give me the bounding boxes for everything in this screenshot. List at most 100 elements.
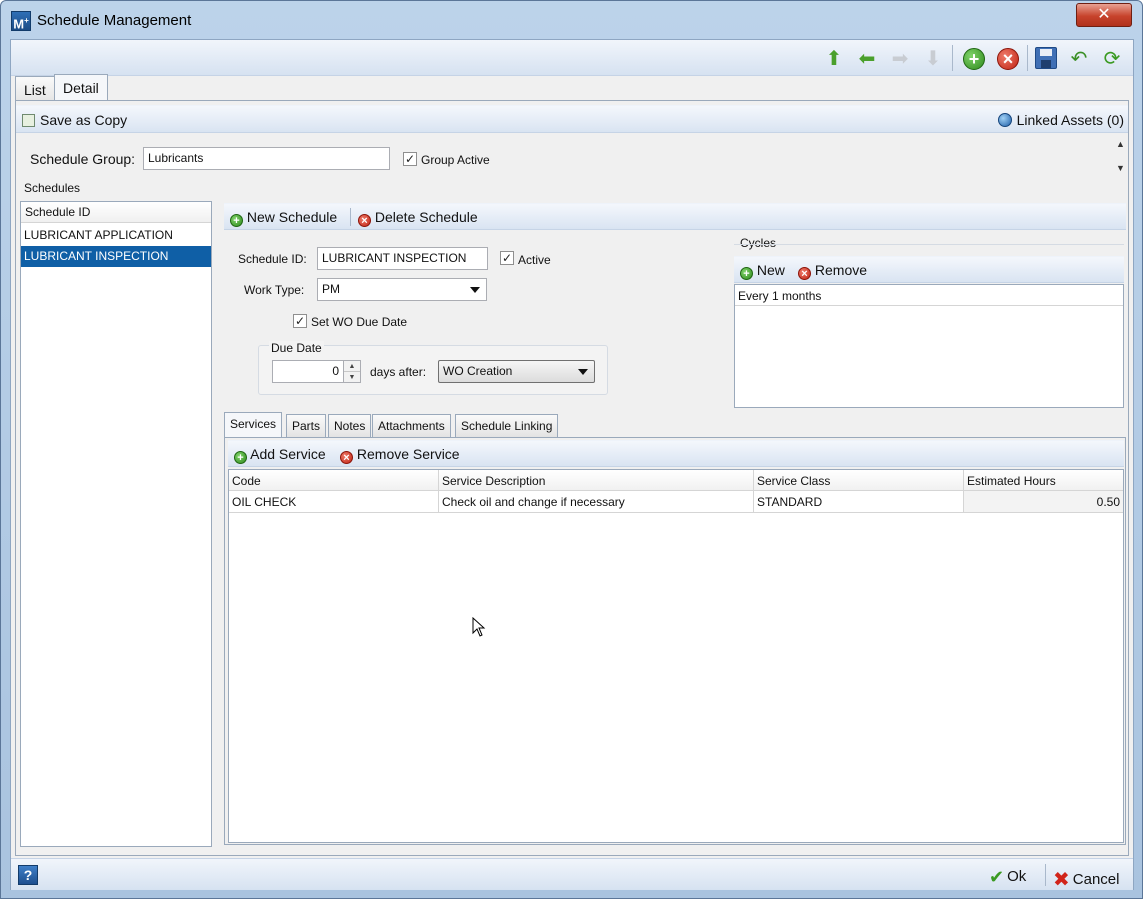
- save-as-copy-button[interactable]: Save as Copy: [22, 112, 127, 128]
- new-cycle-label: New: [756, 262, 785, 278]
- tab-attachments[interactable]: Attachments: [372, 414, 451, 437]
- schedule-id-label: Schedule ID:: [238, 252, 307, 266]
- tab-detail[interactable]: Detail: [54, 74, 108, 100]
- ok-label: Ok: [1007, 868, 1027, 885]
- set-wo-due-date-checkbox[interactable]: ✓: [293, 314, 307, 328]
- plus-circle-icon: +: [740, 267, 753, 280]
- detail-action-bar: Save as Copy Linked Assets (0): [16, 105, 1128, 133]
- days-after-select[interactable]: WO Creation: [438, 360, 595, 383]
- scroll-up-icon[interactable]: ▲: [1116, 139, 1125, 149]
- table-cell-description[interactable]: Check oil and change if necessary: [439, 491, 754, 513]
- footer-separator: [1045, 864, 1046, 886]
- tab-services[interactable]: Services: [224, 412, 283, 437]
- cancel-button[interactable]: ✖ Cancel: [1053, 867, 1119, 892]
- detail-panel: Save as Copy Linked Assets (0) Schedule …: [15, 100, 1129, 856]
- close-window-button[interactable]: ✕: [1076, 3, 1132, 27]
- days-after-value: WO Creation: [443, 364, 513, 378]
- save-disk-icon[interactable]: [1035, 47, 1057, 69]
- remove-cycle-label: Remove: [814, 262, 868, 278]
- add-record-button[interactable]: +: [961, 46, 987, 72]
- schedules-list: Schedule ID LUBRICANT APPLICATION LUBRIC…: [20, 201, 212, 847]
- delete-schedule-button[interactable]: × Delete Schedule: [358, 209, 478, 227]
- list-item[interactable]: Every 1 months: [735, 285, 1123, 306]
- move-up-icon[interactable]: ⬆: [821, 46, 847, 72]
- delete-record-button[interactable]: ×: [995, 46, 1021, 72]
- plus-circle-icon: +: [963, 48, 985, 70]
- check-icon: ✔: [989, 867, 1005, 887]
- x-circle-icon: ×: [997, 48, 1019, 70]
- title-bar: M+ Schedule Management ✕: [1, 1, 1142, 39]
- remove-cycle-button[interactable]: × Remove: [798, 262, 867, 280]
- scroll-down-icon[interactable]: ▼: [1116, 163, 1125, 173]
- globe-icon: [997, 113, 1012, 127]
- chevron-down-icon: [578, 369, 588, 375]
- chevron-down-icon: [470, 287, 480, 293]
- spinner-up-icon[interactable]: ▲: [344, 361, 360, 372]
- new-schedule-label: New Schedule: [246, 209, 338, 225]
- x-circle-icon: ×: [798, 267, 811, 280]
- services-table: Code Service Description Service Class E…: [228, 469, 1124, 843]
- new-schedule-button[interactable]: + New Schedule: [230, 209, 337, 227]
- tab-parts[interactable]: Parts: [286, 414, 327, 437]
- tab-list[interactable]: List: [15, 76, 55, 100]
- column-header-estimated-hours[interactable]: Estimated Hours: [964, 470, 1123, 491]
- tab-schedule-linking[interactable]: Schedule Linking: [455, 414, 559, 437]
- group-active-label: Group Active: [421, 153, 490, 167]
- column-header-code[interactable]: Code: [229, 470, 439, 491]
- save-as-copy-label: Save as Copy: [40, 112, 128, 128]
- undo-icon[interactable]: ↶: [1066, 46, 1092, 72]
- ok-button[interactable]: ✔ Ok: [989, 867, 1026, 888]
- due-days-input[interactable]: 0: [272, 360, 344, 383]
- table-cell-hours[interactable]: 0.50: [964, 491, 1123, 513]
- mouse-cursor-icon: [472, 616, 486, 640]
- schedule-id-input[interactable]: LUBRICANT INSPECTION: [317, 247, 488, 270]
- column-header-service-description[interactable]: Service Description: [439, 470, 754, 491]
- delete-schedule-label: Delete Schedule: [374, 209, 478, 225]
- main-toolbar: ⬆ ⬅ ➡ ⬇ + × ↶ ⟳: [11, 40, 1133, 76]
- schedule-id-header[interactable]: Schedule ID: [21, 202, 211, 223]
- add-service-button[interactable]: + Add Service: [234, 446, 326, 464]
- table-cell-class[interactable]: STANDARD: [754, 491, 964, 513]
- window-title: Schedule Management: [37, 12, 192, 29]
- days-after-label: days after:: [370, 365, 427, 379]
- set-wo-due-date-label: Set WO Due Date: [311, 315, 408, 329]
- active-checkbox[interactable]: ✓: [500, 251, 514, 265]
- work-type-value: PM: [322, 282, 340, 296]
- schedule-action-bar: + New Schedule × Delete Schedule: [224, 203, 1126, 230]
- cycles-list: Every 1 months: [734, 284, 1124, 408]
- list-item[interactable]: LUBRICANT APPLICATION: [21, 225, 211, 246]
- group-active-checkbox[interactable]: ✓: [403, 152, 417, 166]
- plus-circle-icon: +: [234, 451, 247, 464]
- due-days-spinner[interactable]: ▲ ▼: [343, 360, 361, 383]
- schedule-management-window: M+ Schedule Management ✕ ⬆ ⬅ ➡ ⬇ + × ↶ ⟳…: [0, 0, 1143, 899]
- services-action-bar: + Add Service × Remove Service: [228, 440, 1124, 467]
- spinner-down-icon[interactable]: ▼: [344, 372, 360, 383]
- remove-service-button[interactable]: × Remove Service: [340, 446, 460, 464]
- x-circle-icon: ×: [340, 451, 353, 464]
- bar-separator: [350, 208, 351, 226]
- move-down-icon[interactable]: ⬇: [920, 46, 946, 72]
- help-icon[interactable]: ?: [18, 865, 38, 885]
- list-item[interactable]: LUBRICANT INSPECTION: [21, 246, 211, 267]
- table-cell-code[interactable]: OIL CHECK: [229, 491, 439, 513]
- plus-circle-icon: +: [230, 214, 243, 227]
- cancel-label: Cancel: [1072, 871, 1120, 888]
- new-cycle-button[interactable]: + New: [740, 262, 785, 280]
- linked-assets-label: Linked Assets (0): [1016, 112, 1124, 128]
- linked-assets-button[interactable]: Linked Assets (0): [997, 112, 1124, 128]
- move-right-icon[interactable]: ➡: [887, 46, 913, 72]
- column-header-service-class[interactable]: Service Class: [754, 470, 964, 491]
- active-label: Active: [518, 253, 551, 267]
- cancel-x-icon: ✖: [1053, 869, 1070, 891]
- toolbar-separator: [952, 45, 953, 71]
- client-area: ⬆ ⬅ ➡ ⬇ + × ↶ ⟳ List Detail Save as Copy…: [10, 39, 1134, 892]
- move-left-icon[interactable]: ⬅: [854, 46, 880, 72]
- refresh-icon[interactable]: ⟳: [1099, 46, 1125, 72]
- due-date-title: Due Date: [269, 341, 324, 355]
- remove-service-label: Remove Service: [356, 446, 460, 462]
- tab-notes[interactable]: Notes: [328, 414, 372, 437]
- work-type-select[interactable]: PM: [317, 278, 487, 301]
- schedule-group-input[interactable]: Lubricants: [143, 147, 390, 170]
- add-service-label: Add Service: [250, 446, 326, 462]
- schedules-title: Schedules: [24, 181, 81, 195]
